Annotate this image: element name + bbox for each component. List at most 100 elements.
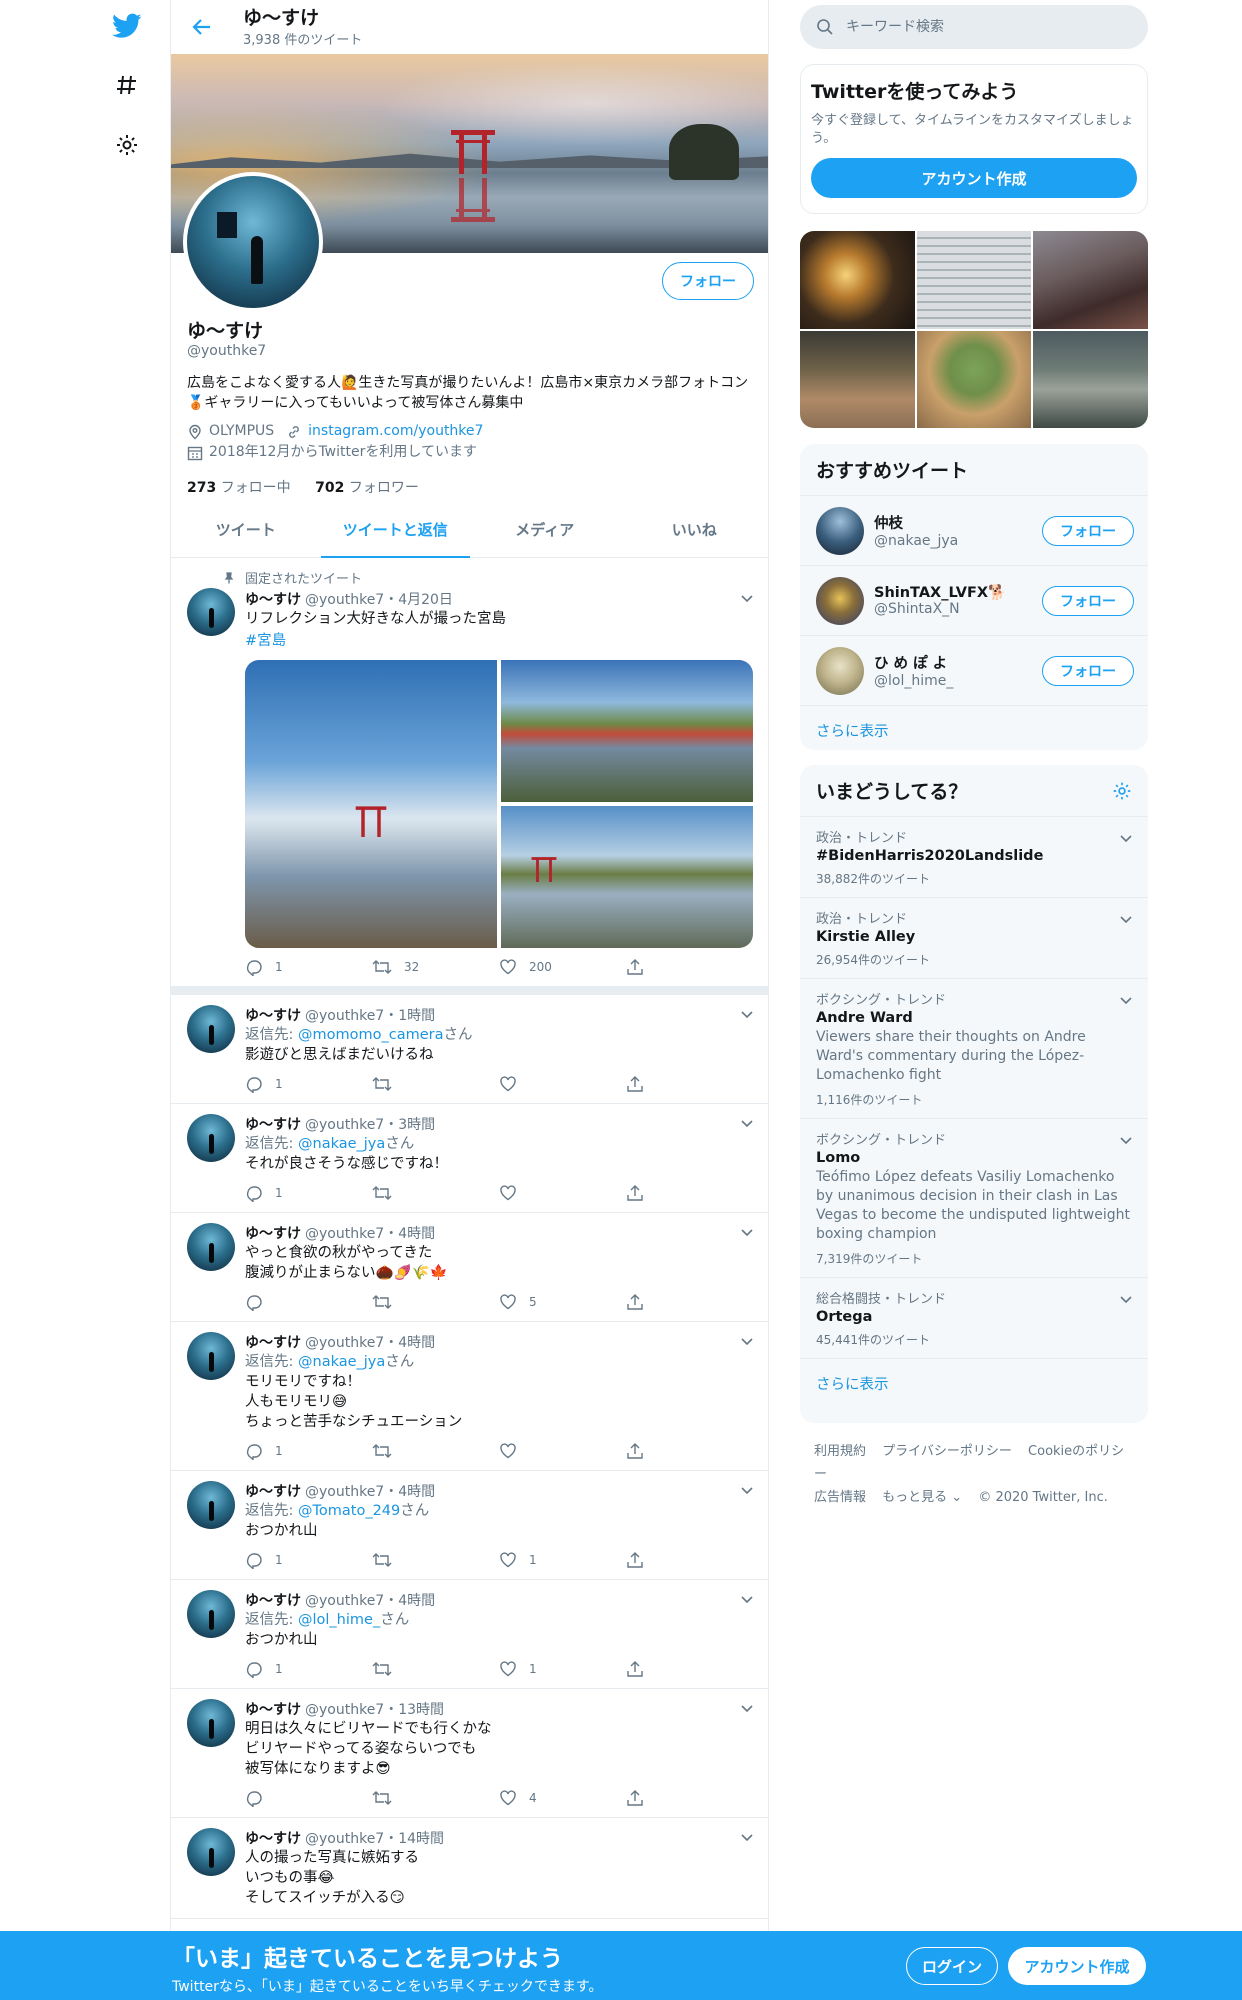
tweet-author-name[interactable]: ゆ〜すけ: [245, 589, 301, 609]
following-label[interactable]: フォロー中: [221, 480, 291, 496]
tweet-author-name[interactable]: ゆ〜すけ: [245, 1590, 301, 1610]
chevron-down-icon[interactable]: [1120, 910, 1132, 928]
gallery-photo[interactable]: [1033, 330, 1148, 428]
follow-button[interactable]: フォロー: [662, 262, 754, 300]
profile-url-link[interactable]: instagram.com/youthke7: [308, 421, 483, 442]
reply-to-link[interactable]: @nakae_jya: [298, 1136, 385, 1152]
avatar[interactable]: [187, 1699, 235, 1747]
retweet-button[interactable]: [372, 1551, 499, 1569]
retweet-button[interactable]: 32: [372, 958, 499, 976]
twitter-logo-icon[interactable]: [110, 9, 144, 43]
followers-count[interactable]: 702: [315, 480, 344, 496]
tweet-author-name[interactable]: ゆ〜すけ: [245, 1223, 301, 1243]
profile-avatar[interactable]: [183, 172, 323, 312]
recommend-item[interactable]: 仲枝 @nakae_jya フォロー: [800, 496, 1148, 566]
chevron-down-icon[interactable]: [741, 1483, 753, 1499]
chevron-down-icon[interactable]: [1120, 1290, 1132, 1308]
share-button[interactable]: [626, 1293, 753, 1311]
reply-to-link[interactable]: @lol_hime_: [298, 1612, 380, 1628]
reply-button[interactable]: 1: [245, 1660, 372, 1678]
tweet-meta[interactable]: @youthke7・4時間: [305, 1590, 435, 1610]
tab-tweets-and-replies[interactable]: ツイートと返信: [320, 502, 471, 558]
tweet-author-name[interactable]: ゆ〜すけ: [245, 1005, 301, 1025]
media-photo[interactable]: [245, 660, 497, 948]
media-photo[interactable]: [501, 660, 753, 802]
recommend-name[interactable]: ShinTAX_LVFX🐕: [874, 584, 1006, 601]
avatar[interactable]: [187, 1332, 235, 1380]
footer-link-ads[interactable]: 広告情報: [814, 1490, 866, 1505]
chevron-down-icon[interactable]: [1120, 829, 1132, 847]
retweet-button[interactable]: [372, 1660, 499, 1678]
share-button[interactable]: [626, 958, 753, 976]
share-button[interactable]: [626, 1184, 753, 1202]
share-button[interactable]: [626, 1075, 753, 1093]
tweet-meta[interactable]: @youthke7・3時間: [305, 1114, 435, 1134]
tweet-author-name[interactable]: ゆ〜すけ: [245, 1699, 301, 1719]
search-input[interactable]: [846, 19, 1126, 35]
share-button[interactable]: [626, 1442, 753, 1460]
retweet-button[interactable]: [372, 1184, 499, 1202]
like-button[interactable]: [499, 1075, 626, 1093]
search-bar[interactable]: [800, 5, 1148, 49]
recommend-name[interactable]: 仲枝: [874, 512, 958, 533]
create-account-button[interactable]: アカウント作成: [811, 158, 1137, 198]
reply-button[interactable]: 1: [245, 958, 372, 976]
share-button[interactable]: [626, 1660, 753, 1678]
like-button[interactable]: 5: [499, 1293, 626, 1311]
avatar[interactable]: [187, 1481, 235, 1529]
gallery-photo[interactable]: [916, 231, 1032, 329]
gallery-photo[interactable]: [800, 330, 915, 428]
reply-to-link[interactable]: @nakae_jya: [298, 1354, 385, 1370]
tweet-meta[interactable]: @youthke7・4時間: [305, 1223, 435, 1243]
chevron-down-icon[interactable]: [741, 591, 753, 607]
hashtag-link[interactable]: #宮島: [245, 633, 286, 649]
like-button[interactable]: 1: [499, 1660, 626, 1678]
tab-tweets[interactable]: ツイート: [171, 502, 321, 557]
tweet-meta[interactable]: @youthke7・4時間: [305, 1332, 435, 1352]
settings-gear-icon[interactable]: [110, 128, 144, 162]
reply-to-link[interactable]: @momomo_camera: [298, 1027, 444, 1043]
avatar[interactable]: [187, 588, 235, 636]
chevron-down-icon[interactable]: [741, 1334, 753, 1350]
avatar[interactable]: [816, 506, 864, 555]
reply-button[interactable]: 1: [245, 1551, 372, 1569]
show-more-link[interactable]: さらに表示: [800, 706, 1148, 755]
tweet-meta[interactable]: @youthke7・4月20日: [305, 589, 453, 609]
tweet-meta[interactable]: @youthke7・1時間: [305, 1005, 435, 1025]
trend-item[interactable]: ボクシング・トレンド Andre Ward Viewers share thei…: [800, 979, 1148, 1119]
tweet-meta[interactable]: @youthke7・13時間: [305, 1699, 444, 1719]
following-count[interactable]: 273: [187, 480, 216, 496]
tweet[interactable]: ゆ〜すけ @youthke7・4時間 返信先: @nakae_jyaさん モリモリ…: [171, 1322, 768, 1471]
chevron-down-icon[interactable]: [741, 1701, 753, 1717]
avatar[interactable]: [187, 1590, 235, 1638]
share-button[interactable]: [626, 1789, 753, 1807]
reply-to-link[interactable]: @Tomato_249: [298, 1503, 400, 1519]
recommend-item[interactable]: ShinTAX_LVFX🐕 @ShintaX_N フォロー: [800, 566, 1148, 636]
tab-media[interactable]: メディア: [470, 502, 620, 557]
tweet-meta[interactable]: @youthke7・14時間: [305, 1828, 444, 1848]
tweet[interactable]: ゆ〜すけ @youthke7・4時間 返信先: @lol_hime_さん おつかれ…: [171, 1580, 768, 1689]
share-button[interactable]: [626, 1551, 753, 1569]
avatar[interactable]: [187, 1005, 235, 1053]
retweet-button[interactable]: [372, 1442, 499, 1460]
reply-button[interactable]: 1: [245, 1184, 372, 1202]
signup-button[interactable]: アカウント作成: [1008, 1947, 1146, 1985]
gallery-photo[interactable]: [1033, 231, 1148, 329]
like-button[interactable]: 1: [499, 1551, 626, 1569]
footer-link-privacy[interactable]: プライバシーポリシー: [882, 1444, 1012, 1459]
gallery-photo[interactable]: [800, 231, 915, 329]
tweet-author-name[interactable]: ゆ〜すけ: [245, 1332, 301, 1352]
avatar[interactable]: [187, 1114, 235, 1162]
retweet-button[interactable]: [372, 1789, 499, 1807]
reply-button[interactable]: [245, 1293, 372, 1311]
chevron-down-icon[interactable]: [741, 1225, 753, 1241]
media-photo[interactable]: [501, 806, 753, 948]
like-button[interactable]: [499, 1442, 626, 1460]
tab-likes[interactable]: いいね: [620, 502, 769, 557]
explore-hashtag-icon[interactable]: [110, 68, 144, 102]
tweet-author-name[interactable]: ゆ〜すけ: [245, 1114, 301, 1134]
avatar[interactable]: [816, 576, 864, 625]
trend-item[interactable]: 政治・トレンド #BidenHarris2020Landslide 38,882…: [800, 817, 1148, 898]
trend-item[interactable]: 政治・トレンド Kirstie Alley 26,954件のツイート: [800, 898, 1148, 979]
tweet-author-name[interactable]: ゆ〜すけ: [245, 1481, 301, 1501]
